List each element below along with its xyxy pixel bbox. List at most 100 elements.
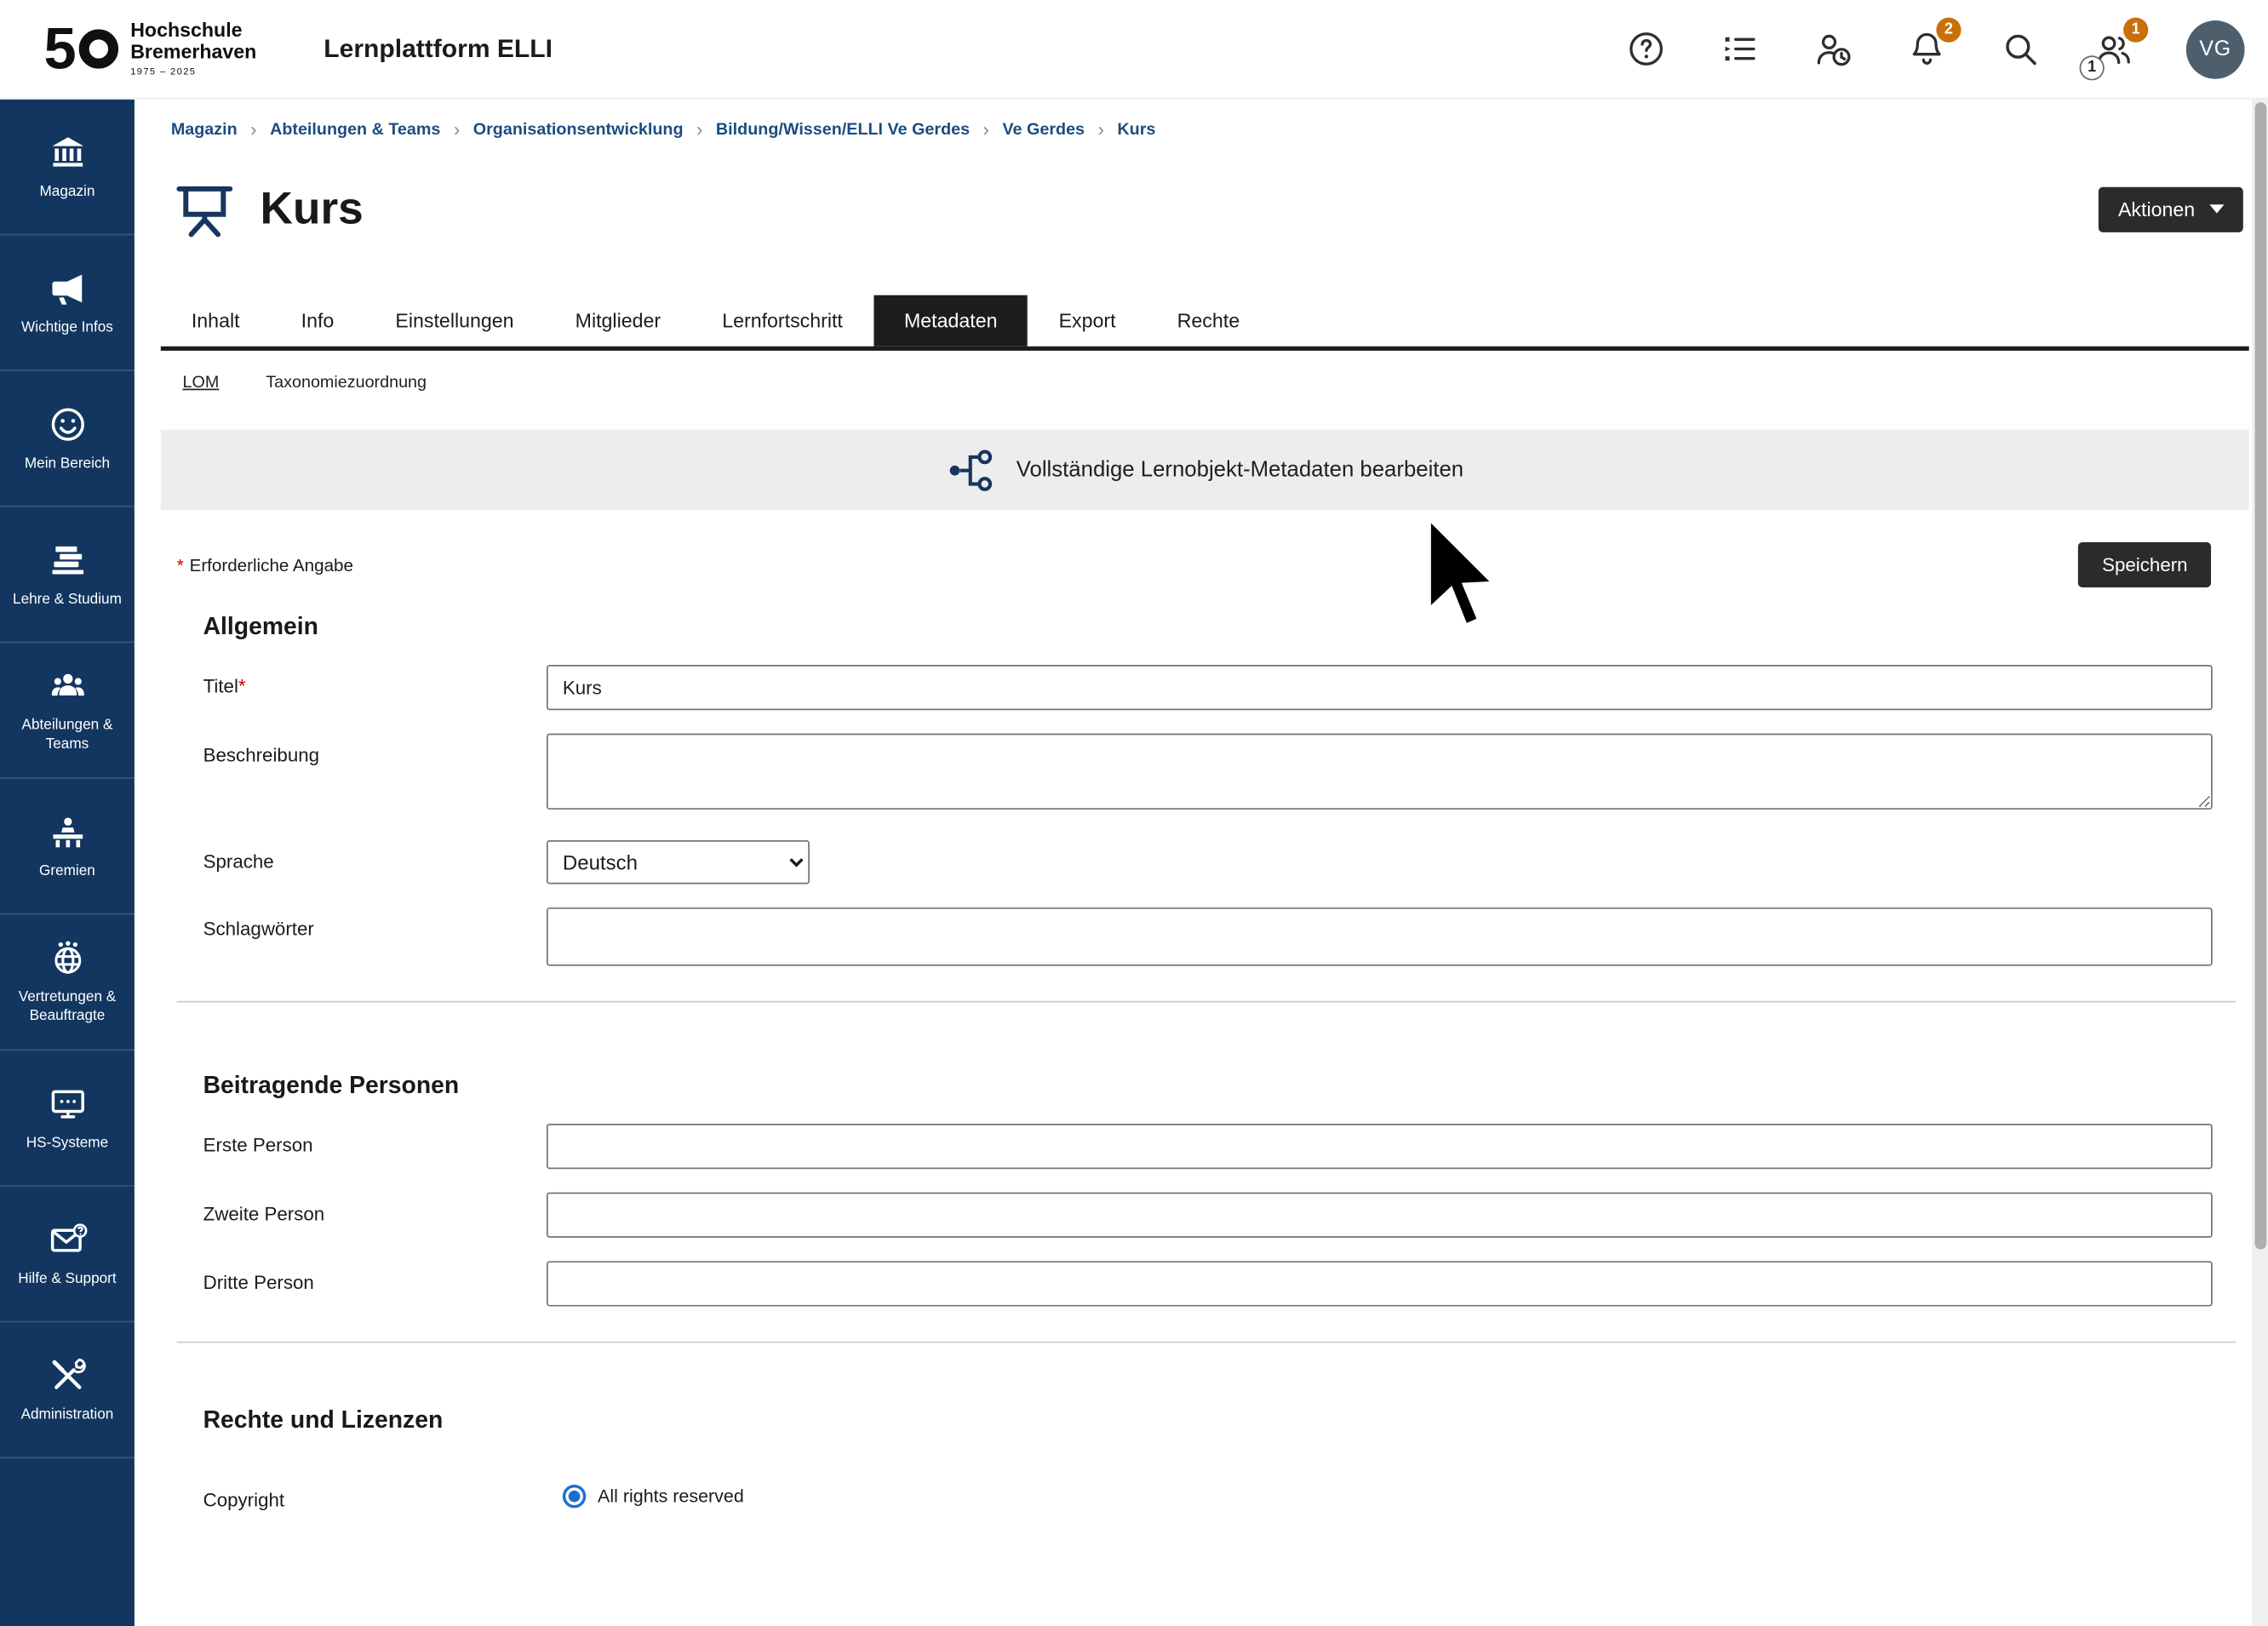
- page-title: Kurs: [261, 183, 364, 236]
- user-clock-icon: [1813, 29, 1852, 68]
- allgemein-rows: Titel* Beschreibung Sprache Deutsch Schl…: [203, 665, 2213, 966]
- app-title: Lernplattform ELLI: [324, 33, 553, 64]
- breadcrumb-separator: ›: [250, 118, 256, 140]
- help-button[interactable]: [1625, 28, 1666, 69]
- copyright-label: Copyright: [203, 1479, 547, 1511]
- dritte-person-input[interactable]: [547, 1261, 2213, 1306]
- tab-export[interactable]: Export: [1028, 295, 1147, 346]
- search-button[interactable]: [1999, 28, 2040, 69]
- section-divider: [177, 1342, 2236, 1343]
- sidebar-item-mein-bereich[interactable]: Mein Bereich: [0, 371, 135, 507]
- schlagwoerter-label: Schlagwörter: [203, 907, 547, 966]
- breadcrumb-separator: ›: [696, 118, 702, 140]
- search-icon: [2000, 29, 2039, 68]
- people-icon: [48, 667, 87, 706]
- section-divider: [177, 1001, 2236, 1003]
- tab-info[interactable]: Info: [271, 295, 365, 346]
- contacts-badge-secondary: 1: [2080, 54, 2105, 79]
- beschreibung-label: Beschreibung: [203, 734, 547, 817]
- avatar[interactable]: VG: [2186, 20, 2245, 78]
- hsb-logo[interactable]: 5 Hochschule Bremerhaven 1975 – 2025: [43, 20, 256, 78]
- sidebar-item-hs-systeme[interactable]: HS-Systeme: [0, 1051, 135, 1187]
- logo-text: Hochschule Bremerhaven 1975 – 2025: [130, 21, 256, 77]
- tab-lernfortschritt[interactable]: Lernfortschritt: [691, 295, 873, 346]
- sidebar-item-magazin[interactable]: Magazin: [0, 100, 135, 236]
- sidebar-item-abteilungen-teams[interactable]: Abteilungen & Teams: [0, 643, 135, 779]
- page-header: Kurs Aktionen: [173, 173, 2243, 246]
- form-row-dritte-person: Dritte Person: [203, 1261, 2213, 1306]
- globe-people-icon: [48, 938, 87, 977]
- form-row-copyright: Copyright All rights reserved: [203, 1479, 2213, 1511]
- header-icons: 2 1: [1625, 20, 2245, 78]
- breadcrumb-ve-gerdes[interactable]: Ve Gerdes: [1002, 121, 1085, 139]
- breadcrumb-organisationsentwicklung[interactable]: Organisationsentwicklung: [473, 121, 684, 139]
- main-sidebar: Magazin Wichtige Infos Mein Bereich: [0, 100, 135, 1626]
- top-header: 5 Hochschule Bremerhaven 1975 – 2025 Ler…: [0, 0, 2268, 100]
- sidebar-item-lehre-studium[interactable]: Lehre & Studium: [0, 507, 135, 644]
- sub-tab-bar: LOM Taxonomiezuordnung: [183, 374, 2253, 392]
- form-row-schlagwoerter: Schlagwörter: [203, 907, 2213, 966]
- tab-bar: Inhalt Info Einstellungen Mitglieder Ler…: [161, 295, 2249, 351]
- speichern-button[interactable]: Speichern: [2079, 542, 2211, 587]
- form-row-titel: Titel*: [203, 665, 2213, 710]
- breadcrumb-magazin[interactable]: Magazin: [171, 121, 238, 139]
- aktionen-button[interactable]: Aktionen: [2099, 186, 2243, 232]
- breadcrumb-kurs[interactable]: Kurs: [1117, 121, 1155, 139]
- sidebar-item-wichtige-infos[interactable]: Wichtige Infos: [0, 235, 135, 371]
- tab-rechte[interactable]: Rechte: [1147, 295, 1271, 346]
- screen: 5 Hochschule Bremerhaven 1975 – 2025 Ler…: [0, 0, 2268, 1626]
- form-row-erste-person: Erste Person: [203, 1124, 2213, 1169]
- erste-person-input[interactable]: [547, 1124, 2213, 1169]
- breadcrumb-abteilungen-teams[interactable]: Abteilungen & Teams: [270, 121, 440, 139]
- copyright-radio-all-rights[interactable]: [563, 1485, 586, 1508]
- breadcrumb-separator: ›: [1097, 118, 1103, 140]
- zweite-person-input[interactable]: [547, 1193, 2213, 1238]
- beschreibung-textarea[interactable]: [547, 734, 2213, 810]
- edit-full-metadata-link[interactable]: Vollständige Lernobjekt-Metadaten bearbe…: [161, 430, 2249, 510]
- titel-label: Titel*: [203, 665, 547, 710]
- books-icon: [48, 540, 87, 579]
- monitor-icon: [48, 1084, 87, 1123]
- required-note: *Erforderliche Angabe: [177, 554, 353, 575]
- user-clock-button[interactable]: [1812, 28, 1853, 69]
- tab-mitglieder[interactable]: Mitglieder: [545, 295, 692, 346]
- bank-icon: [48, 132, 87, 171]
- main-content: Magazin › Abteilungen & Teams › Organisa…: [135, 100, 2252, 1626]
- subtab-lom[interactable]: LOM: [183, 374, 220, 392]
- sprache-select[interactable]: Deutsch: [547, 840, 810, 884]
- subtab-taxonomiezuordnung[interactable]: Taxonomiezuordnung: [266, 374, 427, 392]
- required-asterisk: *: [177, 554, 184, 575]
- form-row-beschreibung: Beschreibung: [203, 734, 2213, 817]
- breadcrumb: Magazin › Abteilungen & Teams › Organisa…: [135, 100, 2252, 140]
- titel-input[interactable]: [547, 665, 2213, 710]
- help-icon: [1626, 29, 1665, 68]
- breadcrumb-separator: ›: [454, 118, 460, 140]
- sidebar-item-administration[interactable]: Administration: [0, 1322, 135, 1458]
- notifications-badge: 2: [1936, 17, 1961, 42]
- breadcrumb-bildung-wissen[interactable]: Bildung/Wissen/ELLI Ve Gerdes: [716, 121, 970, 139]
- megaphone-icon: [48, 268, 87, 307]
- contacts-button[interactable]: 1 1: [2093, 28, 2133, 69]
- form-row-sprache: Sprache Deutsch: [203, 840, 2213, 884]
- list-button[interactable]: [1719, 28, 1760, 69]
- tab-metadaten[interactable]: Metadaten: [873, 295, 1028, 346]
- tab-inhalt[interactable]: Inhalt: [161, 295, 271, 346]
- sidebar-item-vertretungen[interactable]: Vertretungen & Beauftragte: [0, 915, 135, 1051]
- notifications-button[interactable]: 2: [1905, 28, 1946, 69]
- mail-question-icon: [48, 1219, 87, 1258]
- vertical-scrollbar[interactable]: [2252, 100, 2268, 1626]
- sidebar-item-gremien[interactable]: Gremien: [0, 779, 135, 915]
- section-heading-allgemein: Allgemein: [203, 614, 2253, 642]
- logo-zero-ring: [79, 29, 118, 68]
- breadcrumb-separator: ›: [983, 118, 989, 140]
- lectern-icon: [48, 812, 87, 851]
- beitragende-rows: Erste Person Zweite Person Dritte Person: [203, 1124, 2213, 1307]
- sidebar-item-hilfe-support[interactable]: Hilfe & Support: [0, 1187, 135, 1323]
- logo-50-mark: 5: [43, 20, 118, 78]
- zweite-person-label: Zweite Person: [203, 1193, 547, 1238]
- tools-icon: [48, 1355, 87, 1394]
- schlagwoerter-input[interactable]: [547, 907, 2213, 966]
- rechte-rows: Copyright All rights reserved: [203, 1479, 2213, 1511]
- scrollbar-thumb[interactable]: [2254, 102, 2266, 1249]
- tab-einstellungen[interactable]: Einstellungen: [364, 295, 544, 346]
